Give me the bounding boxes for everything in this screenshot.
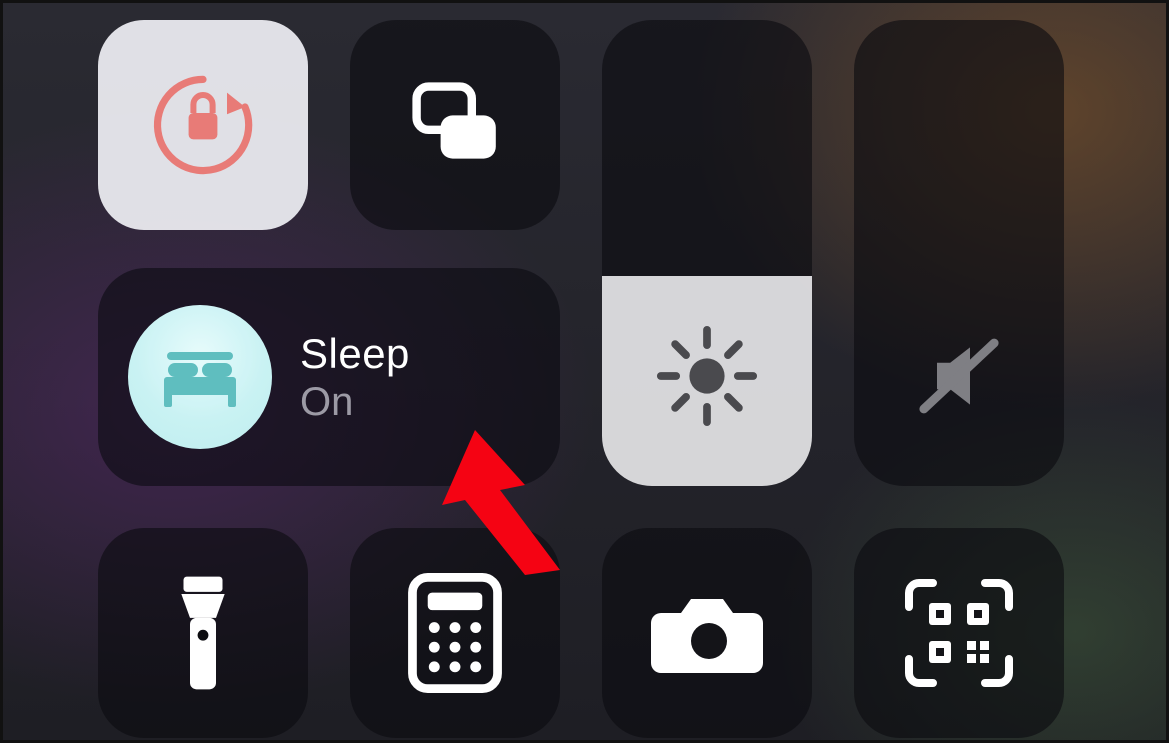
focus-badge <box>128 305 272 449</box>
volume-mute-icon <box>904 321 1014 431</box>
rotation-lock-tile[interactable] <box>98 20 308 230</box>
rotation-lock-icon <box>143 65 263 185</box>
camera-tile[interactable] <box>602 528 812 738</box>
volume-slider[interactable] <box>854 20 1064 486</box>
flashlight-tile[interactable] <box>98 528 308 738</box>
flashlight-icon <box>148 568 258 698</box>
qr-scanner-tile[interactable] <box>854 528 1064 738</box>
focus-title: Sleep <box>300 330 410 378</box>
brightness-slider[interactable] <box>602 20 812 486</box>
focus-tile[interactable]: Sleep On <box>98 268 560 486</box>
qr-code-icon <box>899 573 1019 693</box>
focus-status: On <box>300 380 410 425</box>
calculator-icon <box>405 573 505 693</box>
focus-text: Sleep On <box>300 330 410 425</box>
bed-icon <box>150 327 250 427</box>
screen-mirroring-icon <box>395 65 515 185</box>
screen-mirroring-tile[interactable] <box>350 20 560 230</box>
brightness-icon <box>652 321 762 431</box>
camera-icon <box>647 583 767 683</box>
calculator-tile[interactable] <box>350 528 560 738</box>
